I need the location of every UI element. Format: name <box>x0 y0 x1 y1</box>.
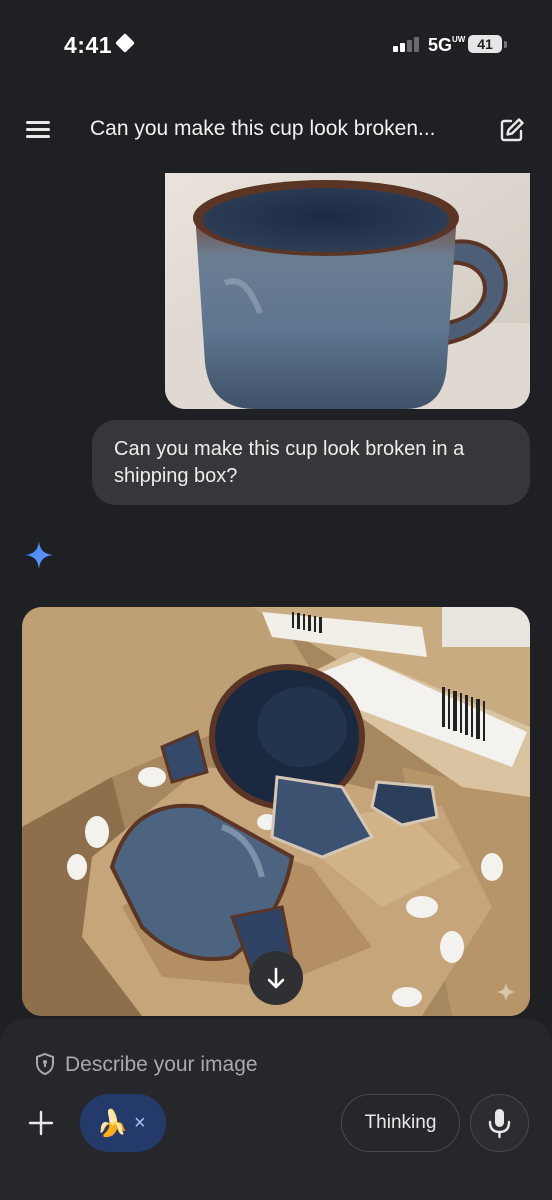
arrow-down-icon <box>267 967 285 989</box>
microphone-button[interactable] <box>470 1094 529 1152</box>
battery-icon: 41 <box>468 35 502 53</box>
uploaded-cup-image[interactable] <box>165 173 530 409</box>
prompt-field[interactable] <box>34 1048 514 1082</box>
microphone-icon <box>488 1109 511 1139</box>
battery-tip <box>504 41 507 48</box>
location-icon <box>115 33 135 53</box>
banana-icon: 🍌 <box>96 1108 129 1138</box>
user-message: Can you make this cup look broken in a s… <box>92 420 530 505</box>
image-tool-chip[interactable]: 🍌 × <box>80 1094 166 1152</box>
network-indicator: 5GUW <box>428 35 466 55</box>
plus-icon[interactable] <box>24 1106 58 1140</box>
thinking-mode-button[interactable]: Thinking <box>341 1094 460 1152</box>
signal-icon <box>393 36 423 52</box>
prompt-input[interactable] <box>63 1048 507 1082</box>
gemini-sparkle-icon <box>24 540 54 570</box>
chip-close-icon[interactable]: × <box>134 1109 146 1137</box>
menu-icon[interactable] <box>22 118 54 144</box>
edit-icon[interactable] <box>498 116 526 144</box>
watermark-sparkle-icon <box>495 981 517 1003</box>
conversation-title[interactable]: Can you make this cup look broken... <box>90 117 436 141</box>
shield-icon <box>34 1052 56 1076</box>
top-app-bar: Can you make this cup look broken... <box>0 100 552 160</box>
status-bar: 4:41 5GUW 41 <box>0 0 552 90</box>
prompt-composer: 🍌 × Thinking <box>0 1018 552 1200</box>
scroll-to-bottom-button[interactable] <box>249 951 303 1005</box>
status-time: 4:41 <box>64 32 113 58</box>
